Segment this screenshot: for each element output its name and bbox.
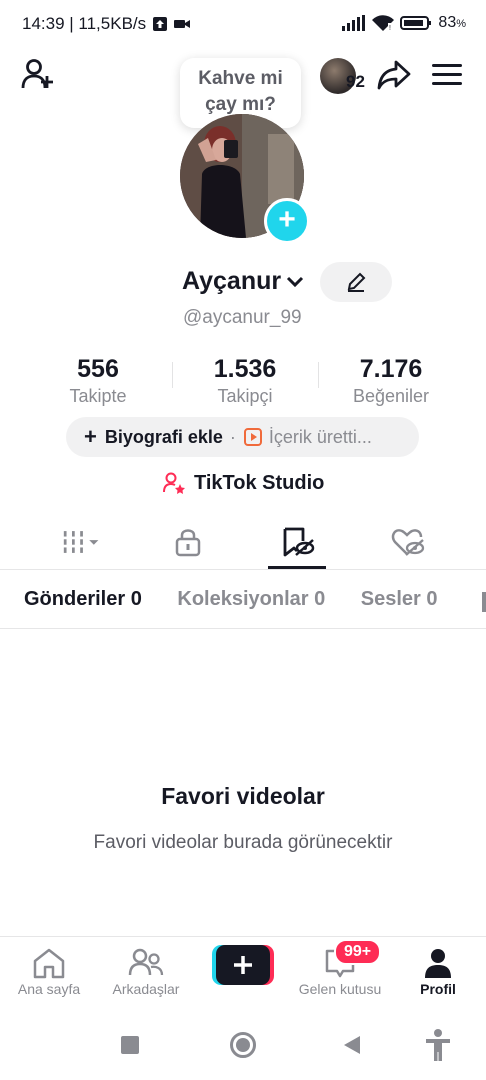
status-left: 14:39 | 11,5KB/s	[22, 14, 191, 34]
likes-count: 7.176	[359, 355, 423, 383]
likes-stat[interactable]: 7.176 Beğeniler	[321, 355, 461, 407]
chevron-down-icon	[287, 276, 304, 287]
plus-icon: +	[84, 424, 97, 449]
followers-count: 1.536	[213, 355, 277, 383]
recents-icon[interactable]	[121, 1036, 139, 1054]
upload-icon	[153, 17, 168, 31]
favorites-subtabs: Gönderiler 0 Koleksiyonlar 0 Sesler 0	[24, 588, 468, 611]
nav-home-label: Ana sayfa	[17, 981, 81, 997]
subtab-posts[interactable]: Gönderiler 0	[24, 588, 142, 610]
edit-profile-button[interactable]	[320, 262, 392, 302]
friends-count: 92	[346, 72, 365, 91]
followers-stat[interactable]: 1.536 Takipçi	[175, 355, 315, 407]
home-icon	[33, 948, 65, 979]
tab-favorites[interactable]	[278, 526, 318, 558]
friends-icon	[128, 948, 164, 976]
signal-icon	[342, 15, 366, 31]
share-icon	[377, 60, 411, 90]
status-bar: 14:39 | 11,5KB/s ! 83%	[0, 0, 486, 48]
svg-text:!: !	[389, 25, 391, 31]
following-label: Takipte	[69, 386, 127, 406]
content-tabs	[0, 520, 486, 570]
pencil-icon	[347, 272, 366, 292]
likes-label: Beğeniler	[352, 386, 430, 406]
bookmark-hidden-icon	[283, 527, 315, 557]
nav-friends[interactable]: Arkadaşlar	[98, 945, 194, 997]
studio-user-star-icon	[163, 472, 185, 494]
subtab-collections[interactable]: Koleksiyonlar 0	[177, 588, 325, 610]
add-user-icon	[21, 59, 53, 89]
wifi-icon: !	[372, 15, 395, 31]
share-profile-button[interactable]	[376, 58, 412, 97]
plus-icon: +	[278, 203, 296, 236]
menu-button[interactable]	[432, 62, 464, 93]
speech-bubble-text: Kahve mi çay mı?	[198, 68, 283, 115]
content-creator-button[interactable]: İçerik üretti...	[269, 427, 372, 448]
subtab-overflow-edge	[482, 592, 486, 612]
system-navigation	[0, 1010, 486, 1080]
profile-name-button[interactable]: Ayçanur	[182, 267, 305, 296]
lock-icon	[175, 529, 201, 557]
tab-liked[interactable]	[388, 526, 428, 558]
profile-name: Ayçanur	[182, 267, 282, 295]
followers-label: Takipçi	[217, 386, 273, 406]
profile-handle: @aycanur_99	[183, 307, 302, 328]
separator: ·	[229, 426, 236, 447]
nav-profile[interactable]: Profil	[390, 945, 486, 997]
back-icon[interactable]	[342, 1035, 362, 1055]
studio-label: TikTok Studio	[194, 471, 325, 494]
stat-divider	[172, 362, 173, 388]
video-record-icon	[174, 20, 191, 28]
heart-hidden-icon	[391, 529, 425, 556]
create-plus-icon	[212, 945, 274, 985]
subtabs-divider	[0, 628, 486, 629]
home-circle-icon[interactable]	[230, 1032, 256, 1058]
following-stat[interactable]: 556 Takipte	[28, 355, 168, 407]
following-count: 556	[77, 355, 119, 383]
add-friend-button[interactable]	[20, 56, 56, 97]
tab-videos[interactable]	[62, 526, 102, 558]
subtab-sounds[interactable]: Sesler 0	[361, 588, 438, 610]
profile-icon	[425, 949, 451, 978]
nav-home[interactable]: Ana sayfa	[1, 945, 97, 997]
battery-percent: 83%	[438, 14, 466, 31]
tab-private[interactable]	[168, 526, 208, 558]
tabs-divider	[0, 569, 486, 570]
battery-icon	[400, 16, 432, 30]
status-time: 14:39 | 11,5KB/s	[22, 14, 147, 33]
nav-friends-label: Arkadaşlar	[112, 981, 180, 997]
nav-profile-label: Profil	[420, 981, 456, 997]
play-square-icon	[243, 428, 262, 446]
empty-state-title: Favori videolar	[161, 783, 325, 809]
status-right: ! 83%	[342, 14, 466, 32]
inbox-badge: 99+	[334, 939, 382, 965]
accessibility-icon[interactable]	[424, 1028, 452, 1062]
empty-state-subtitle: Favori videolar burada görünecektir	[93, 832, 393, 853]
nav-inbox-label: Gelen kutusu	[298, 981, 382, 997]
create-button[interactable]	[212, 945, 274, 985]
add-photo-button[interactable]: +	[264, 198, 310, 244]
stat-divider	[318, 362, 319, 388]
bio-pill: + Biyografi ekle · İçerik üretti...	[66, 417, 419, 457]
hamburger-icon	[432, 64, 462, 85]
tiktok-studio-button[interactable]: TikTok Studio	[162, 471, 324, 495]
add-bio-button[interactable]: Biyografi ekle	[105, 427, 223, 448]
grid-filter-icon	[63, 531, 99, 553]
